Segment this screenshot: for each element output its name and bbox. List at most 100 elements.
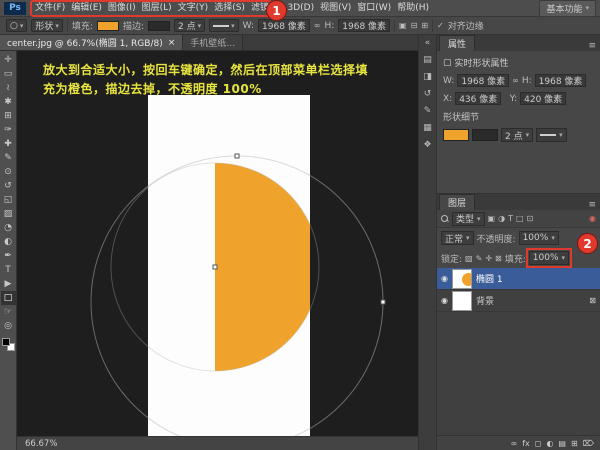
menu-view[interactable]: 视图(V): [317, 0, 354, 16]
prop-height-field[interactable]: 1968 像素: [535, 74, 587, 87]
link-dimensions-icon[interactable]: ∞: [314, 21, 321, 30]
docked-panel-icon-3[interactable]: ↺: [424, 89, 432, 99]
path-select-tool[interactable]: ▶: [1, 277, 16, 291]
opacity-select[interactable]: 100% ▾: [519, 231, 559, 245]
foreground-color-chip[interactable]: [2, 338, 10, 346]
dodge-tool[interactable]: ◐: [1, 235, 16, 249]
lock-all-icon[interactable]: ⊠: [495, 254, 502, 263]
path-arrange-icon[interactable]: ⊞: [421, 21, 428, 30]
anchor-point-right[interactable]: [381, 300, 385, 304]
brush-tool[interactable]: ✎: [1, 151, 16, 165]
docked-panel-icon-4[interactable]: ✎: [424, 106, 432, 116]
align-edges-checkbox[interactable]: ✓: [437, 21, 444, 30]
prop-stroke-swatch[interactable]: [472, 129, 498, 141]
menu-edit[interactable]: 编辑(E): [68, 0, 105, 16]
layer-style-icon[interactable]: fx: [522, 439, 530, 448]
crop-tool[interactable]: ⊞: [1, 109, 16, 123]
close-icon[interactable]: ×: [168, 38, 176, 48]
menu-layer[interactable]: 图层(L): [139, 0, 175, 16]
filter-image-icon[interactable]: ▣: [488, 214, 496, 223]
clone-stamp-tool[interactable]: ⊙: [1, 165, 16, 179]
filter-smart-icon[interactable]: ⊡: [527, 214, 534, 223]
prop-width-field[interactable]: 1968 像素: [457, 74, 509, 87]
anchor-point-top[interactable]: [235, 154, 239, 158]
prop-stroke-width-select[interactable]: 2 点 ▾: [501, 128, 533, 142]
eraser-tool[interactable]: ◱: [1, 193, 16, 207]
blur-tool[interactable]: ◔: [1, 221, 16, 235]
prop-x-field[interactable]: 436 像素: [455, 92, 501, 105]
filter-adjustment-icon[interactable]: ◑: [498, 214, 505, 223]
panel-menu-icon[interactable]: ≡: [584, 41, 600, 51]
healing-brush-tool[interactable]: ✚: [1, 137, 16, 151]
layer-thumbnail[interactable]: [452, 291, 472, 311]
fill-opacity-select[interactable]: 100% ▾: [529, 251, 569, 265]
menu-window[interactable]: 窗口(W): [354, 0, 394, 16]
zoom-tool[interactable]: ◎: [1, 319, 16, 333]
menu-help[interactable]: 帮助(H): [394, 0, 432, 16]
link-layers-icon[interactable]: ∞: [511, 439, 518, 448]
lock-position-icon[interactable]: ✛: [485, 254, 492, 263]
gradient-tool[interactable]: ▨: [1, 207, 16, 221]
lock-transparency-icon[interactable]: ▨: [465, 254, 473, 263]
tab-layers[interactable]: 图层: [439, 194, 475, 210]
menu-file[interactable]: 文件(F): [32, 0, 68, 16]
docked-panel-icon-6[interactable]: ❖: [423, 140, 431, 150]
move-tool[interactable]: ✛: [1, 53, 16, 67]
blend-mode-select[interactable]: 正常 ▾: [441, 231, 474, 245]
document-tab-center[interactable]: center.jpg @ 66.7%(椭圆 1, RGB/8) ×: [0, 35, 183, 50]
menu-type[interactable]: 文字(Y): [175, 0, 212, 16]
menu-image[interactable]: 图像(I): [105, 0, 139, 16]
layer-mask-icon[interactable]: ◻: [535, 439, 542, 448]
visibility-eye-icon[interactable]: ◉: [441, 296, 448, 305]
layer-thumbnail[interactable]: [452, 269, 472, 289]
menu-3d[interactable]: 3D(D): [284, 0, 317, 16]
pen-tool[interactable]: ✒: [1, 249, 16, 263]
history-brush-tool[interactable]: ↺: [1, 179, 16, 193]
stroke-color-swatch[interactable]: [148, 21, 170, 31]
document-tab-wallpaper[interactable]: 手机壁纸…: [183, 35, 243, 50]
prop-fill-swatch[interactable]: [443, 129, 469, 141]
filter-shape-icon[interactable]: □: [516, 214, 524, 223]
zoom-level-field[interactable]: 66.67%: [25, 439, 57, 449]
draw-mode-select[interactable]: 形状 ▾: [31, 19, 63, 32]
lock-pixels-icon[interactable]: ✎: [476, 254, 483, 263]
marquee-tool[interactable]: ▭: [1, 67, 16, 81]
collapse-dock-icon[interactable]: «: [425, 38, 431, 48]
link-wh-icon[interactable]: ∞: [512, 76, 519, 85]
adjustment-layer-icon[interactable]: ◐: [546, 439, 553, 448]
path-operations-icon[interactable]: ▣: [399, 21, 407, 30]
anchor-point-center[interactable]: [213, 265, 217, 269]
lasso-tool[interactable]: ≀: [1, 81, 16, 95]
tool-preset-picker[interactable]: ○ ▾: [6, 19, 27, 32]
layer-row-background[interactable]: ◉ 背景 ⊠: [437, 290, 600, 312]
prop-y-field[interactable]: 420 像素: [520, 92, 566, 105]
type-tool[interactable]: T: [1, 263, 16, 277]
path-alignment-icon[interactable]: ⊟: [411, 21, 418, 30]
workspace-switcher-button[interactable]: 基本功能 ▾: [539, 0, 596, 17]
docked-panel-icon-1[interactable]: ▤: [423, 55, 432, 65]
prop-stroke-type-select[interactable]: ▾: [536, 128, 567, 142]
tab-properties[interactable]: 属性: [439, 35, 475, 51]
hand-tool[interactable]: ☞: [1, 305, 16, 319]
menu-select[interactable]: 选择(S): [211, 0, 248, 16]
quick-select-tool[interactable]: ✱: [1, 95, 16, 109]
stroke-type-select[interactable]: ▾: [209, 19, 239, 32]
new-layer-icon[interactable]: ⊞: [571, 439, 578, 448]
panel-menu-icon[interactable]: ≡: [584, 200, 600, 210]
stroke-width-select[interactable]: 2 点 ▾: [174, 19, 205, 32]
eyedropper-tool[interactable]: ✑: [1, 123, 16, 137]
filter-type-icon[interactable]: T: [508, 214, 513, 223]
visibility-eye-icon[interactable]: ◉: [441, 274, 448, 283]
docked-panel-icon-2[interactable]: ◨: [423, 72, 432, 82]
layer-filter-select[interactable]: 类型 ▾: [452, 212, 485, 226]
document-canvas[interactable]: 放大到合适大小，按回车键确定，然后在顶部菜单栏选择填 充为橙色，描边去掉，不透明…: [17, 51, 418, 450]
shape-height-field[interactable]: 1968 像素: [338, 19, 390, 32]
color-chips[interactable]: [2, 338, 15, 351]
delete-layer-icon[interactable]: ⌦: [583, 439, 594, 448]
docked-panel-icon-5[interactable]: ▦: [423, 123, 432, 133]
fill-color-swatch[interactable]: [97, 21, 119, 31]
filter-toggle-icon[interactable]: ◉: [589, 214, 596, 223]
layer-group-icon[interactable]: ▤: [558, 439, 566, 448]
shape-tool[interactable]: □: [1, 291, 16, 305]
shape-width-field[interactable]: 1968 像素: [258, 19, 310, 32]
